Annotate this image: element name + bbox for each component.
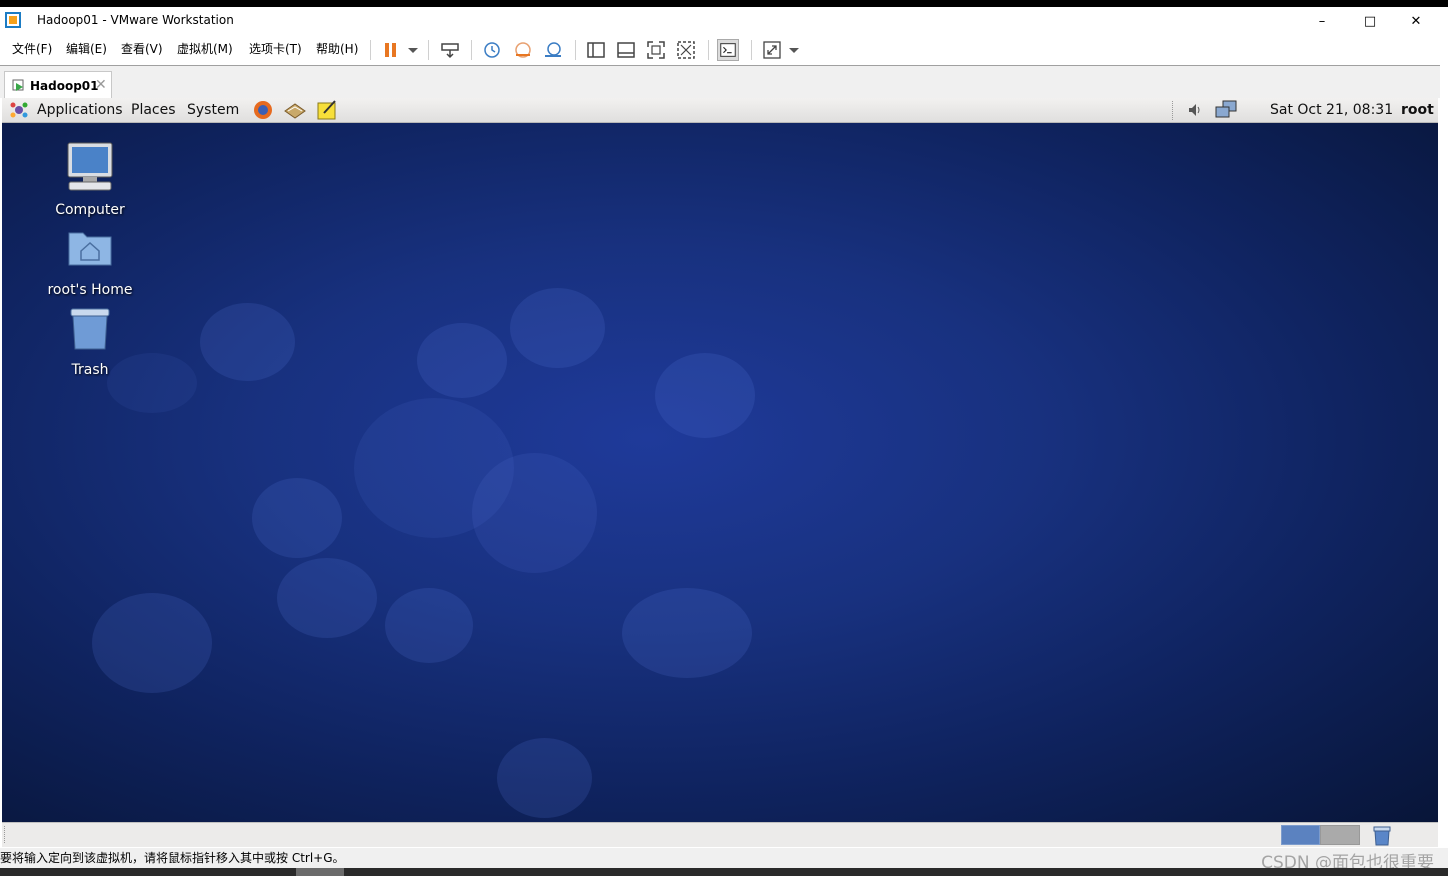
tab-label: Hadoop01 — [30, 79, 99, 93]
status-message: 要将输入定向到该虚拟机，请将鼠标指针移入其中或按 Ctrl+G。 — [0, 851, 345, 865]
desktop-icon-trash[interactable]: Trash — [35, 301, 145, 381]
firefox-icon[interactable] — [252, 99, 274, 121]
menu-tabs[interactable]: 选项卡(T) — [249, 41, 302, 57]
unity-icon[interactable] — [675, 39, 697, 61]
user-name[interactable]: root — [1401, 101, 1434, 119]
places-menu[interactable]: Places — [131, 101, 176, 119]
desktop-icon-computer[interactable]: Computer — [35, 141, 145, 221]
gnome-bottom-panel — [2, 822, 1438, 847]
tab-hadoop01[interactable]: Hadoop01 ✕ — [4, 71, 112, 100]
close-tab-icon[interactable]: ✕ — [95, 77, 107, 93]
panel-handle[interactable] — [4, 826, 7, 843]
console-view-icon[interactable] — [717, 39, 739, 61]
vm-tab-icon — [12, 79, 24, 91]
full-screen-icon[interactable] — [645, 39, 667, 61]
text-editor-icon[interactable] — [316, 99, 338, 121]
status-bar: 要将输入定向到该虚拟机，请将鼠标指针移入其中或按 Ctrl+G。 CSDN @面… — [0, 848, 1448, 873]
desktop-icon-label: Trash — [71, 362, 109, 378]
menu-file[interactable]: 文件(F) — [12, 41, 52, 57]
stretch-guest-icon[interactable] — [761, 39, 783, 61]
desktop-icon-home[interactable]: root's Home — [35, 221, 145, 301]
guest-desktop[interactable]: Computer root's Home Trash — [2, 123, 1438, 822]
computer-icon — [67, 142, 113, 191]
vmware-app-icon — [5, 12, 21, 28]
gnome-foot-icon — [10, 102, 28, 118]
host-taskbar-segment — [296, 868, 344, 876]
title-bar: Hadoop01 - VMware Workstation – □ ✕ — [0, 0, 1448, 36]
pause-icon[interactable] — [380, 39, 402, 61]
system-menu[interactable]: System — [187, 101, 239, 119]
show-library-icon[interactable] — [585, 39, 607, 61]
workspace-2[interactable] — [1320, 825, 1360, 845]
menu-view[interactable]: 查看(V) — [121, 41, 163, 57]
home-folder-icon — [68, 232, 112, 266]
gnome-top-panel: Applications Places System Sat Oct 21, 0… — [2, 98, 1438, 123]
window-frame — [1440, 65, 1448, 848]
show-thumbnail-bar-icon[interactable] — [615, 39, 637, 61]
evolution-mail-icon[interactable] — [283, 99, 307, 121]
trash-icon — [70, 308, 110, 350]
applications-menu[interactable]: Applications — [37, 101, 123, 119]
minimize-button[interactable]: – — [1299, 7, 1345, 36]
snapshot-icon[interactable] — [481, 39, 503, 61]
menu-toolbar: 文件(F) 编辑(E) 查看(V) 虚拟机(M) 选项卡(T) 帮助(H) — [0, 36, 1448, 64]
host-taskbar-strip — [0, 868, 1448, 876]
maximize-button[interactable]: □ — [1347, 7, 1393, 36]
workspace-1[interactable] — [1281, 825, 1320, 845]
desktop-icon-label: Computer — [55, 202, 125, 218]
clock[interactable]: Sat Oct 21, 08:31 — [1270, 101, 1393, 119]
dropdown-arrow-icon[interactable] — [402, 39, 424, 61]
menu-help[interactable]: 帮助(H) — [316, 41, 358, 57]
window-title: Hadoop01 - VMware Workstation — [37, 13, 234, 27]
revert-snapshot-icon[interactable] — [512, 39, 534, 61]
desktop-icon-label: root's Home — [47, 282, 133, 298]
dropdown-arrow-icon[interactable] — [783, 39, 805, 61]
close-button[interactable]: ✕ — [1393, 7, 1439, 36]
volume-icon[interactable] — [1185, 100, 1205, 120]
send-ctrl-alt-del-icon[interactable] — [439, 39, 461, 61]
network-icon[interactable] — [1214, 99, 1238, 121]
snapshot-manager-icon[interactable] — [542, 39, 564, 61]
tab-bar: Hadoop01 ✕ — [0, 65, 1440, 100]
menu-vm[interactable]: 虚拟机(M) — [177, 41, 233, 57]
trash-applet-icon[interactable] — [1372, 826, 1392, 846]
menu-edit[interactable]: 编辑(E) — [66, 41, 107, 57]
